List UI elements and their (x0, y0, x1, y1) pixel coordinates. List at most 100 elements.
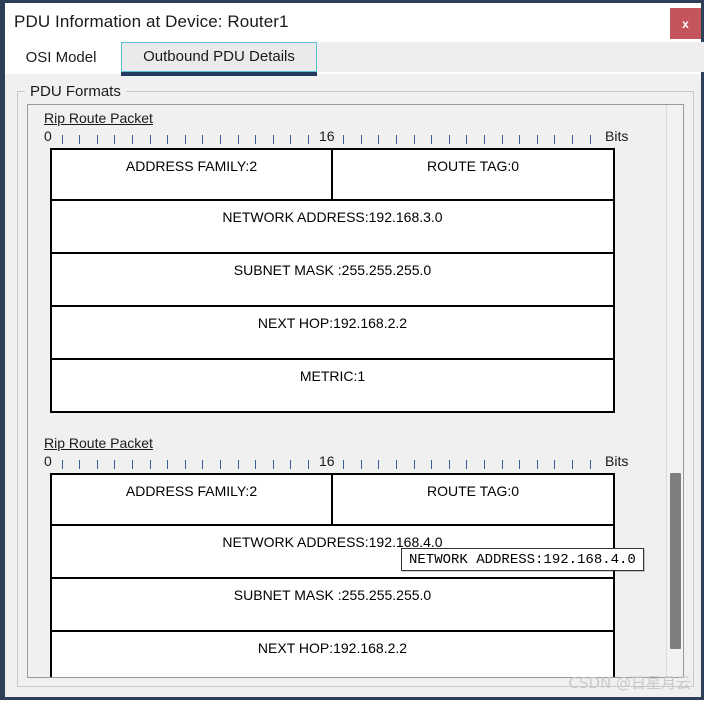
ruler-tick (378, 135, 379, 144)
packet-label: Rip Route Packet (44, 435, 153, 451)
packet-field-cell[interactable]: ROUTE TAG:0 (333, 475, 613, 524)
ruler-tick (414, 135, 415, 144)
ruler-tick (343, 135, 344, 144)
ruler-start-label: 0 (44, 453, 52, 469)
packet-field-table: ADDRESS FAMILY:2 ROUTE TAG:0 NETWORK ADDRE… (50, 148, 615, 413)
ruler-tick (79, 135, 80, 144)
app-root: PDU Information at Device: Router1 x OSI… (0, 0, 704, 708)
packet-field-cell[interactable]: SUBNET MASK :255.255.255.0 (52, 579, 613, 630)
bit-ruler: 0 16 Bits (44, 453, 642, 473)
packet-field-row[interactable]: SUBNET MASK :255.255.255.0 (50, 254, 615, 307)
ruler-tick (519, 135, 520, 144)
ruler-mid-label: 16 (319, 128, 335, 144)
ruler-tick (502, 135, 503, 144)
ruler-tick (290, 135, 291, 144)
window-titlebar: PDU Information at Device: Router1 x (5, 3, 701, 42)
vertical-scrollbar-thumb[interactable] (670, 473, 681, 649)
ruler-tick (150, 135, 151, 144)
packet-field-cell[interactable]: NEXT HOP:192.168.2.2 (52, 307, 613, 358)
packet-field-row[interactable]: METRIC:1 (50, 360, 615, 413)
ruler-tick (255, 460, 256, 469)
field-tooltip: NETWORK ADDRESS:192.168.4.0 (401, 548, 644, 571)
ruler-tick (466, 135, 467, 144)
vertical-scrollbar[interactable] (666, 105, 683, 677)
ruler-tick (114, 460, 115, 469)
packet-field-row[interactable]: ADDRESS FAMILY:2 ROUTE TAG:0 (50, 148, 615, 201)
ruler-tick (79, 460, 80, 469)
ruler-start-label: 0 (44, 128, 52, 144)
ruler-tick (308, 460, 309, 469)
packet-field-row[interactable]: NEXT HOP:192.168.2.2 (50, 307, 615, 360)
packet-field-cell[interactable]: METRIC:1 (52, 360, 613, 411)
ruler-tick (537, 135, 538, 144)
ruler-tick (97, 460, 98, 469)
ruler-tick (537, 460, 538, 469)
ruler-tick (361, 135, 362, 144)
ruler-tick (132, 460, 133, 469)
packet-field-row[interactable]: NEXT HOP:192.168.2.2 (50, 632, 615, 677)
ruler-tick (590, 135, 591, 144)
tab-outbound-pdu-details[interactable]: Outbound PDU Details (121, 42, 317, 72)
pdu-scroll-content: Rip Route Packet 0 16 Bits ADDRESS FAMILY:2 R… (28, 105, 666, 677)
window-title: PDU Information at Device: Router1 (14, 12, 289, 31)
pdu-formats-label: PDU Formats (25, 83, 126, 100)
close-icon[interactable]: x (670, 8, 701, 39)
ruler-end-label: Bits (605, 453, 629, 469)
ruler-tick (132, 135, 133, 144)
ruler-tick (449, 135, 450, 144)
ruler-tick (185, 460, 186, 469)
ruler-tick (449, 460, 450, 469)
ruler-tick (431, 135, 432, 144)
packet-field-cell[interactable]: NETWORK ADDRESS:192.168.3.0 (52, 201, 613, 252)
ruler-tick (414, 460, 415, 469)
packet-field-cell[interactable]: SUBNET MASK :255.255.255.0 (52, 254, 613, 305)
ruler-tick (150, 460, 151, 469)
pdu-information-window: PDU Information at Device: Router1 x OSI… (0, 0, 704, 700)
ruler-tick (202, 135, 203, 144)
ruler-tick (343, 460, 344, 469)
ruler-tick (255, 135, 256, 144)
ruler-tick (273, 135, 274, 144)
packet-field-cell[interactable]: NEXT HOP:192.168.2.2 (52, 632, 613, 677)
ruler-tick (396, 460, 397, 469)
packet-field-cell[interactable]: ADDRESS FAMILY:2 (52, 150, 333, 199)
ruler-tick (502, 460, 503, 469)
tab-strip-filler (317, 42, 704, 72)
watermark: CSDN @日星月云 (568, 674, 691, 692)
ruler-tick (431, 460, 432, 469)
ruler-tick (220, 135, 221, 144)
ruler-tick (202, 460, 203, 469)
packet-label: Rip Route Packet (44, 110, 153, 126)
ruler-tick (97, 135, 98, 144)
packet-field-row[interactable]: SUBNET MASK :255.255.255.0 (50, 579, 615, 632)
packet-field-cell[interactable]: ROUTE TAG:0 (333, 150, 613, 199)
ruler-tick (590, 460, 591, 469)
ruler-tick (554, 460, 555, 469)
ruler-tick (185, 135, 186, 144)
ruler-tick (361, 460, 362, 469)
packet-field-row[interactable]: ADDRESS FAMILY:2 ROUTE TAG:0 (50, 473, 615, 526)
ruler-mid-label: 16 (319, 453, 335, 469)
ruler-tick (273, 460, 274, 469)
ruler-tick (378, 460, 379, 469)
ruler-tick (466, 460, 467, 469)
ruler-tick (572, 135, 573, 144)
ruler-end-label: Bits (605, 128, 629, 144)
ruler-tick (114, 135, 115, 144)
ruler-tick (396, 135, 397, 144)
tab-osi-model[interactable]: OSI Model (15, 42, 107, 72)
ruler-tick (484, 460, 485, 469)
ruler-tick (308, 135, 309, 144)
ruler-tick (167, 460, 168, 469)
ruler-tick (290, 460, 291, 469)
ruler-tick (238, 460, 239, 469)
ruler-tick (554, 135, 555, 144)
ruler-tick (62, 135, 63, 144)
ruler-tick (484, 135, 485, 144)
packet-field-cell[interactable]: ADDRESS FAMILY:2 (52, 475, 333, 524)
ruler-tick (238, 135, 239, 144)
packet-field-row[interactable]: NETWORK ADDRESS:192.168.3.0 (50, 201, 615, 254)
ruler-tick (220, 460, 221, 469)
tab-strip: OSI Model Outbound PDU Details (5, 42, 704, 76)
pdu-scroll-pane[interactable]: Rip Route Packet 0 16 Bits ADDRESS FAMILY:2 R… (27, 104, 684, 678)
